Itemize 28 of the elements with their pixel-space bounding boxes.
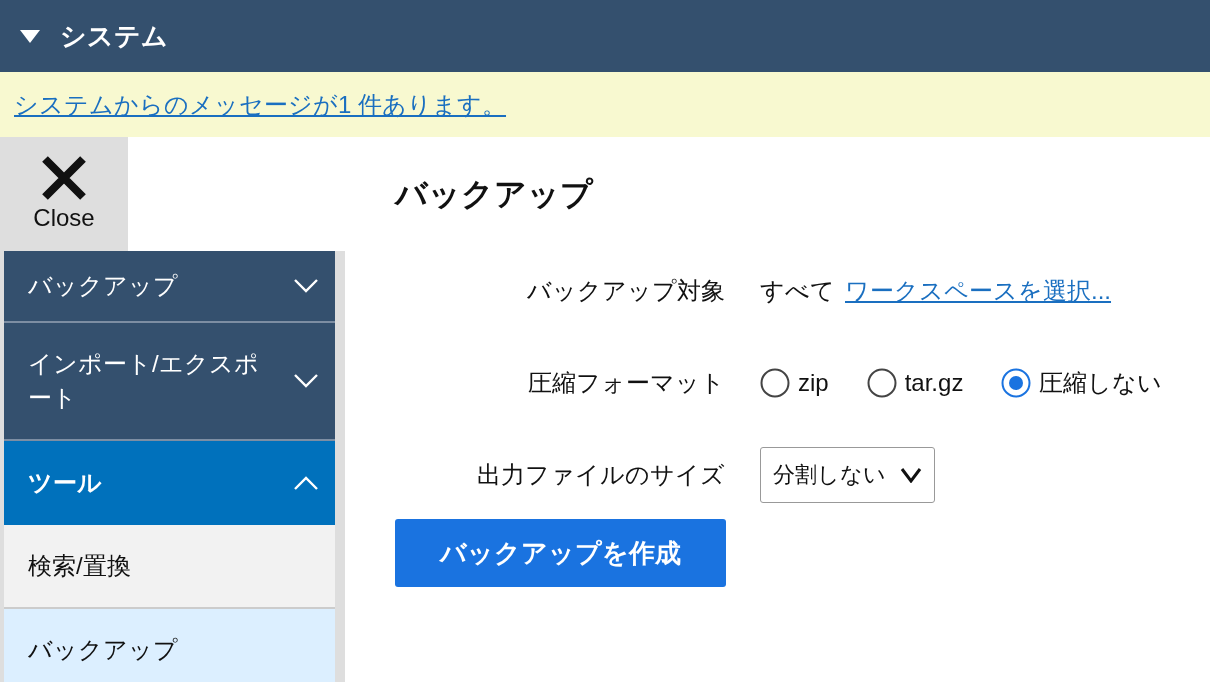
radio-icon xyxy=(866,368,897,398)
message-link[interactable]: システムからのメッセージが1 件あります。 xyxy=(14,88,506,121)
radio-option[interactable]: zip xyxy=(760,368,829,398)
section-title: システム xyxy=(60,19,168,53)
field-label: 出力ファイルのサイズ xyxy=(476,460,725,490)
sidebar-section[interactable]: インポート/エクスポート xyxy=(4,323,335,441)
radio-option[interactable]: 圧縮しない xyxy=(1001,367,1163,399)
triangle-icon[interactable] xyxy=(20,28,40,44)
chevron-down-icon xyxy=(900,467,922,483)
chevron-up-icon xyxy=(293,474,319,492)
field-label: 圧縮フォーマット xyxy=(527,368,725,398)
create-backup-button[interactable]: バックアップを作成 xyxy=(395,519,726,587)
radio-icon xyxy=(1001,368,1032,398)
chevron-down-icon xyxy=(293,372,319,390)
page-title: バックアップ xyxy=(395,175,595,214)
field-label: バックアップ対象 xyxy=(526,276,725,306)
radio-icon xyxy=(760,368,790,398)
chevron-down-icon xyxy=(293,277,319,295)
sidebar-section[interactable]: ツール xyxy=(4,441,335,525)
sidebar-item[interactable]: 検索/置換 xyxy=(4,525,335,609)
sidebar-section[interactable]: バックアップ xyxy=(4,251,335,323)
sidebar-item[interactable]: バックアップ xyxy=(4,609,335,682)
radio-option[interactable]: tar.gz xyxy=(866,368,964,398)
size-dropdown[interactable]: 分割しない xyxy=(760,447,935,503)
close-icon xyxy=(40,156,88,200)
select-workspace-link[interactable]: ワークスペースを選択... xyxy=(845,275,1111,307)
close-button[interactable]: Close xyxy=(0,137,128,251)
field-value: すべて xyxy=(760,276,835,306)
